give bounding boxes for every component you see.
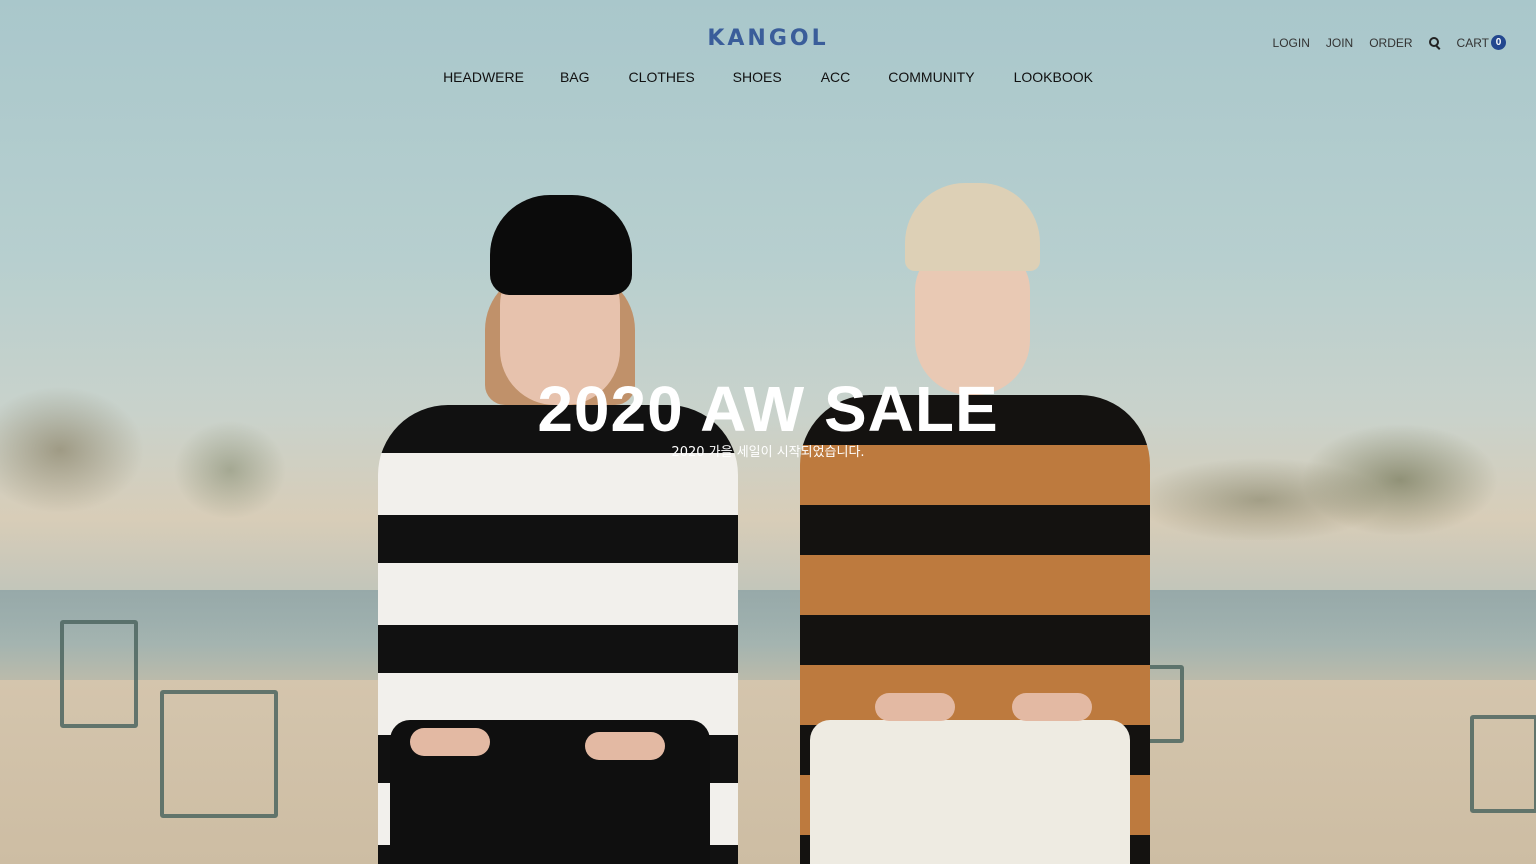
join-link[interactable]: JOIN [1326, 36, 1353, 50]
nav-item-acc[interactable]: ACC [821, 69, 851, 85]
order-link[interactable]: ORDER [1369, 36, 1412, 50]
login-link[interactable]: LOGIN [1273, 36, 1310, 50]
model-left-hand [585, 732, 665, 760]
nav-item-community[interactable]: COMMUNITY [888, 69, 974, 85]
background-chair [60, 620, 138, 728]
background-chair [1470, 715, 1536, 813]
model-right-hand [875, 693, 955, 721]
nav-item-bag[interactable]: BAG [560, 69, 590, 85]
background-chair [160, 690, 278, 818]
hero-subtitle: 2020 가을 세일이 시작되었습니다. [671, 445, 865, 460]
model-right-cap [905, 183, 1040, 271]
hero-title[interactable]: 2020 AW SALE [0, 372, 1536, 446]
nav-item-lookbook[interactable]: LOOKBOOK [1014, 69, 1093, 85]
model-right-hand [1012, 693, 1092, 721]
cart-label: CART [1456, 35, 1489, 50]
search-icon[interactable] [1428, 36, 1441, 49]
nav-item-clothes[interactable]: CLOTHES [629, 69, 695, 85]
model-left-hand [410, 728, 490, 756]
background-pond [0, 590, 1536, 680]
cart-link[interactable]: CART 0 [1457, 35, 1506, 50]
model-right-pants [810, 720, 1130, 864]
main-nav: HEADWERE BAG CLOTHES SHOES ACC COMMUNITY… [0, 69, 1536, 85]
page: KANGOL LOGIN JOIN ORDER CART 0 HEADWERE … [0, 0, 1536, 864]
utility-nav: LOGIN JOIN ORDER CART 0 [1273, 35, 1506, 50]
nav-item-shoes[interactable]: SHOES [733, 69, 782, 85]
cart-count-badge: 0 [1491, 35, 1506, 50]
model-left-beret [490, 195, 632, 295]
nav-item-headwere[interactable]: HEADWERE [443, 69, 524, 85]
